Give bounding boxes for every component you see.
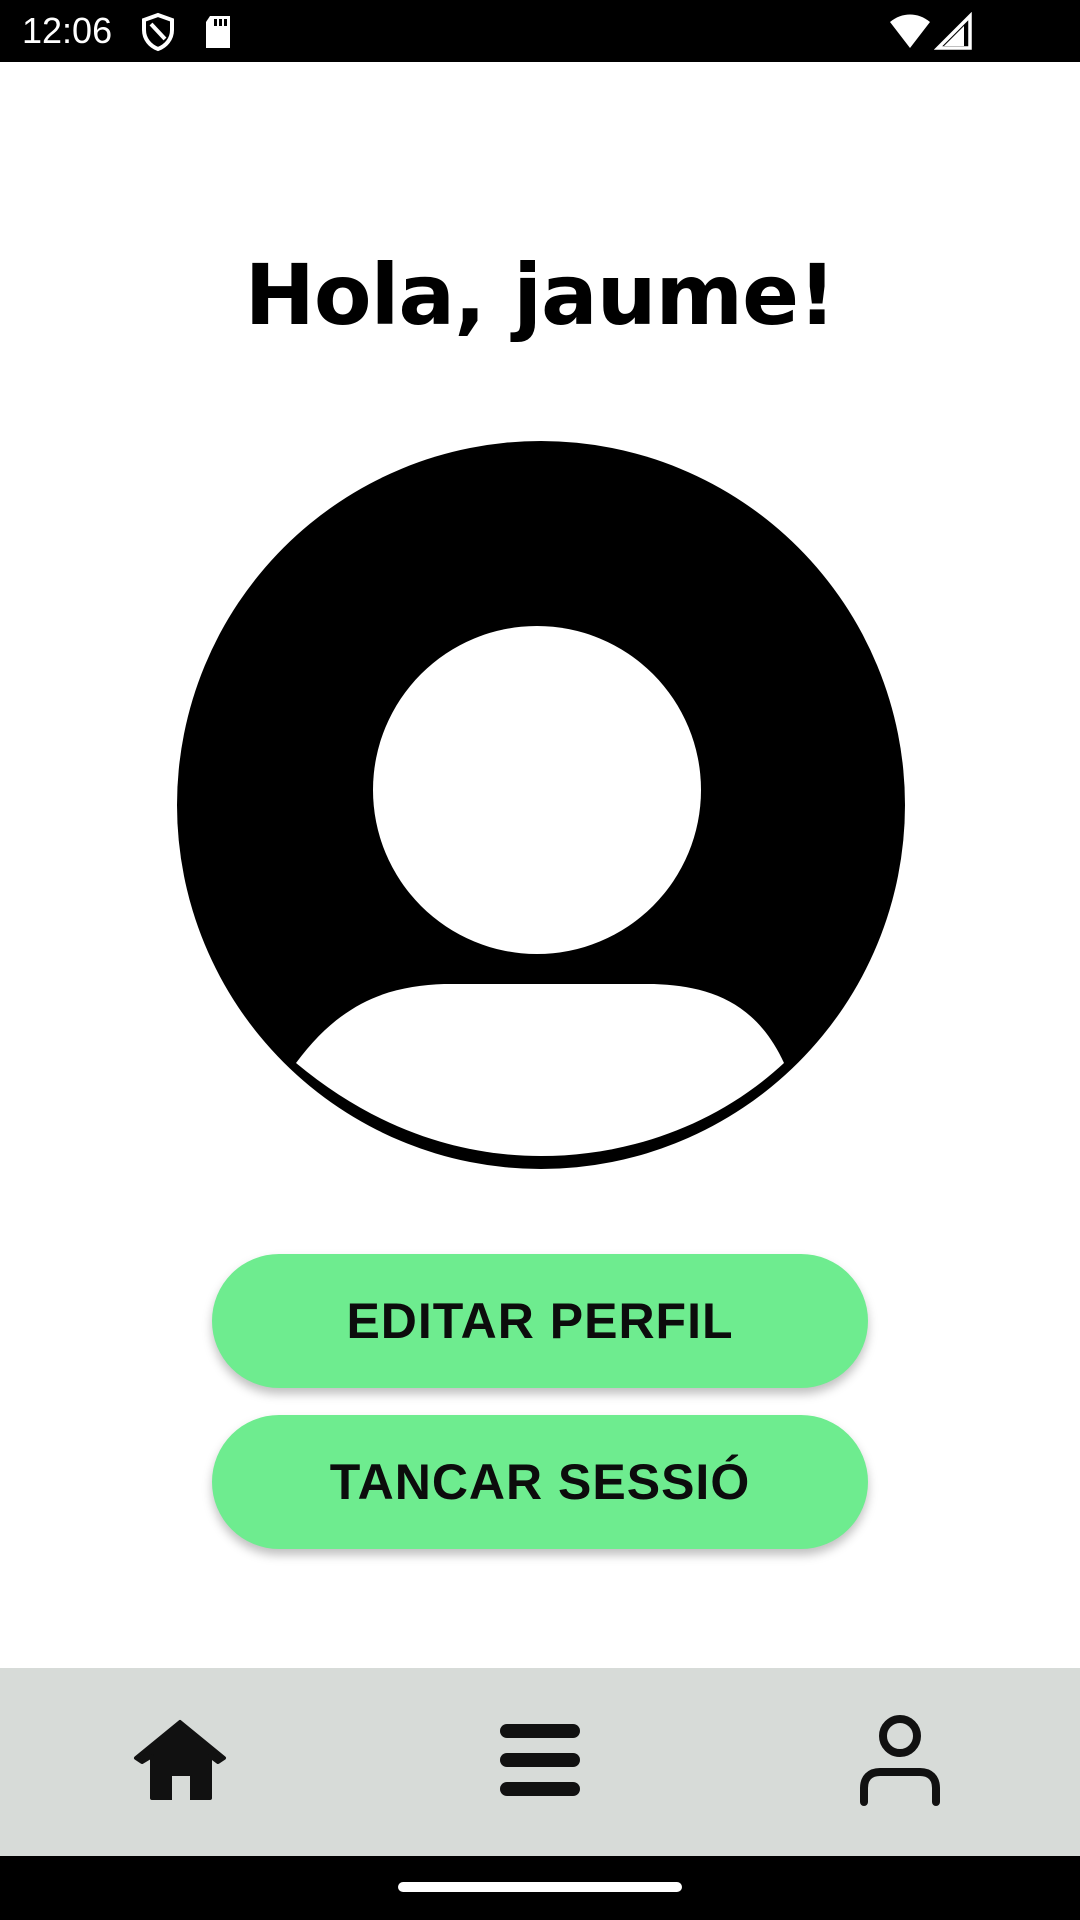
logout-button[interactable]: TANCAR SESSIÓ	[212, 1415, 868, 1549]
home-icon	[132, 1718, 228, 1807]
home-gesture-handle[interactable]	[398, 1882, 682, 1892]
greeting-title: Hola, jaume!	[244, 246, 837, 344]
status-bar: 12:06	[0, 0, 1080, 62]
shield-icon	[138, 12, 178, 52]
status-time: 12:06	[22, 10, 113, 51]
nav-item-menu[interactable]	[440, 1668, 640, 1856]
edit-profile-button[interactable]: EDITAR PERFIL	[212, 1254, 868, 1388]
menu-icon	[498, 1718, 582, 1807]
person-icon	[856, 1714, 944, 1811]
signal-icon	[933, 11, 974, 52]
system-navigation-bar	[0, 1856, 1080, 1920]
nav-item-home[interactable]	[80, 1668, 280, 1856]
bottom-navigation	[0, 1668, 1080, 1856]
sd-card-icon	[198, 12, 238, 52]
account-circle-icon	[174, 438, 908, 1172]
nav-item-profile[interactable]	[800, 1668, 1000, 1856]
wifi-icon	[888, 12, 932, 52]
